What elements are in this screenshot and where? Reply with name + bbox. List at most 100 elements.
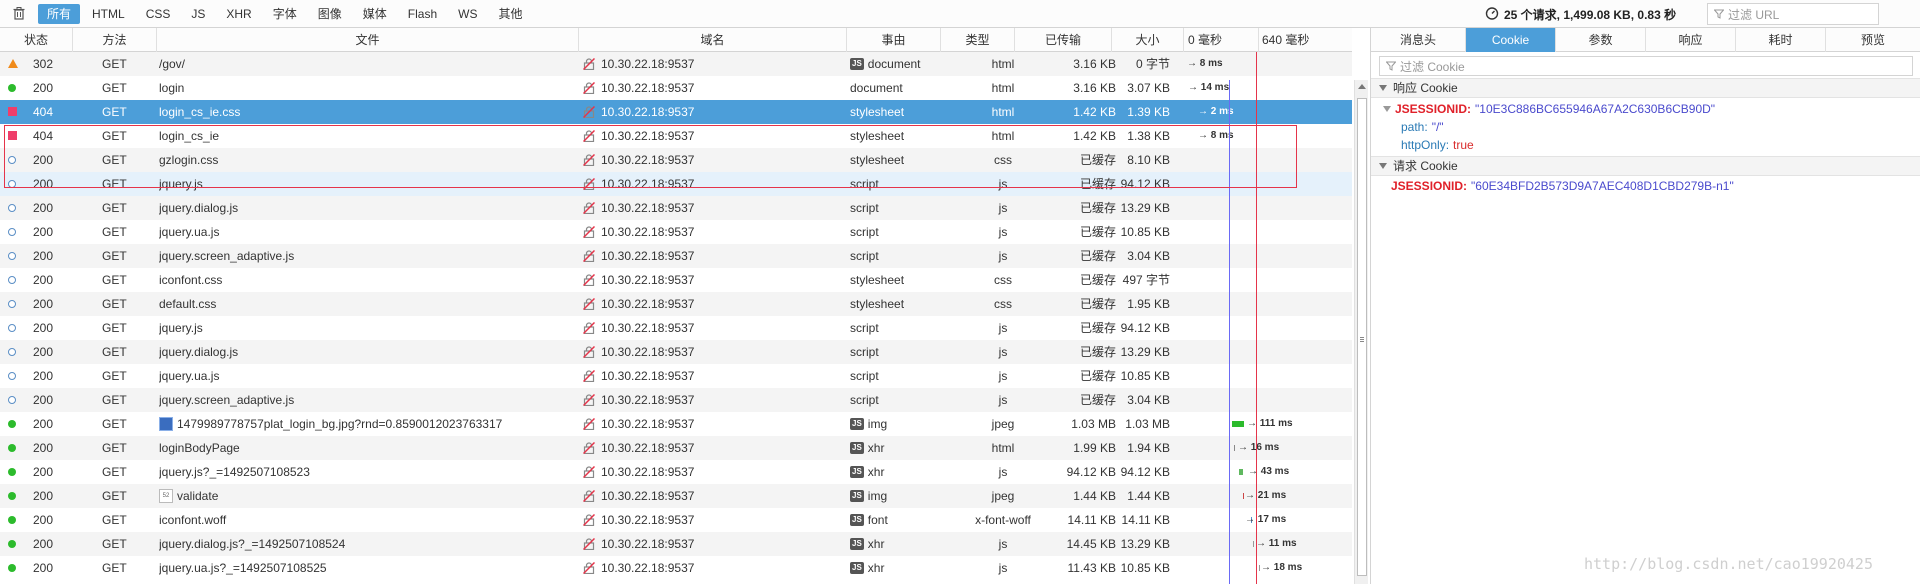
response-cookie-section[interactable]: 响应 Cookie (1371, 78, 1920, 98)
file-name-text: jquery.screen_adaptive.js (159, 393, 295, 407)
table-row[interactable]: 200 GET jquery.screen_adaptive.js 10.30.22.… (0, 244, 1352, 268)
transferred-size: 已缓存 (1079, 321, 1116, 335)
cause-text: img (867, 489, 888, 503)
filter-button[interactable]: Flash (399, 4, 446, 24)
column-method[interactable]: 方法 (73, 28, 157, 52)
method: GET (102, 441, 127, 455)
table-row[interactable]: 200 GET jquery.dialog.js 10.30.22.18:9537 sc… (0, 340, 1352, 364)
filter-button[interactable]: JS (182, 4, 214, 24)
table-row[interactable]: 200 GET jquery.ua.js 10.30.22.18:9537 script… (0, 220, 1352, 244)
timeline-cell: → 11 ms (1183, 532, 1352, 556)
column-cause[interactable]: 事由 (847, 28, 941, 52)
table-row[interactable]: 200 GET jquery.js 10.30.22.18:9537 script js 已… (0, 172, 1352, 196)
domain: 10.30.22.18:9537 (583, 196, 843, 220)
status-code: 200 (33, 177, 54, 191)
domain: 10.30.22.18:9537 (583, 172, 843, 196)
js-initiator-icon[interactable]: JS (850, 58, 864, 70)
timeline-cell (1183, 220, 1352, 244)
status-cached-icon (8, 292, 20, 316)
method: GET (102, 321, 127, 335)
scroll-up-arrow-icon[interactable] (1358, 84, 1366, 89)
status-cached-icon (8, 388, 20, 412)
js-initiator-icon[interactable]: JS (850, 562, 864, 574)
filter-button[interactable]: CSS (137, 4, 180, 24)
domain: 10.30.22.18:9537 (583, 532, 843, 556)
insecure-lock-icon (583, 490, 595, 502)
request-summary: 25 个请求, 1,499.08 KB, 0.83 秒 (1485, 5, 1676, 23)
timeline-cell: → 8 ms (1183, 52, 1352, 76)
js-initiator-icon[interactable]: JS (850, 490, 864, 502)
timing-label: → 17 ms (1245, 514, 1287, 525)
table-row[interactable]: 200 GET jquery.ua.js 10.30.22.18:9537 script… (0, 364, 1352, 388)
file-name: 52 validate (159, 484, 579, 508)
insecure-lock-icon (583, 106, 595, 118)
trash-icon[interactable] (8, 3, 30, 25)
cookie-filter-input[interactable]: 过滤 Cookie (1379, 56, 1913, 76)
scroll-thumb[interactable] (1357, 98, 1367, 576)
transferred-size: 1.99 KB (1073, 441, 1116, 455)
method: GET (102, 561, 127, 575)
column-status[interactable]: 状态 (0, 28, 73, 52)
transferred-size: 1.42 KB (1073, 129, 1116, 143)
request-list-scrollbar[interactable] (1354, 80, 1368, 584)
table-row[interactable]: 200 GET default.css 10.30.22.18:9537 stylesh… (0, 292, 1352, 316)
details-tab[interactable]: 预览 (1826, 28, 1920, 52)
status-code: 200 (33, 537, 54, 551)
expand-twisty-icon[interactable] (1383, 106, 1391, 112)
table-row[interactable]: 200 GET login 10.30.22.18:9537 document html 3… (0, 76, 1352, 100)
status-cached-icon (8, 340, 20, 364)
filter-button[interactable]: 图像 (309, 4, 351, 24)
details-tab[interactable]: 耗时 (1736, 28, 1826, 52)
table-row[interactable]: 200 GET jquery.ua.js?_=1492507108525 10.30.… (0, 556, 1352, 580)
table-row[interactable]: 200 GET gzlogin.css 10.30.22.18:9537 stylesh… (0, 148, 1352, 172)
table-row[interactable]: 200 GET jquery.js?_=1492507108523 10.30.22.… (0, 460, 1352, 484)
timing-label: → 16 ms (1238, 442, 1280, 453)
filter-button[interactable]: 所有 (38, 3, 81, 24)
details-tab[interactable]: 响应 (1646, 28, 1736, 52)
filter-button[interactable]: HTML (83, 4, 134, 24)
transferred-size: 已缓存 (1079, 177, 1116, 191)
table-row[interactable]: 200 GET jquery.screen_adaptive.js 10.30.22.… (0, 388, 1352, 412)
expand-twisty-icon[interactable] (1379, 85, 1387, 91)
table-row[interactable]: 200 GET iconfont.woff 10.30.22.18:9537 JS fon… (0, 508, 1352, 532)
filter-button[interactable]: 其他 (489, 4, 531, 24)
js-initiator-icon[interactable]: JS (850, 538, 864, 550)
response-size: 1.38 KB (1127, 129, 1170, 143)
table-row[interactable]: 200 GET iconfont.css 10.30.22.18:9537 styles… (0, 268, 1352, 292)
table-row[interactable]: 200 GET 52 validate 10.30.22.18:9537 JS img jpe… (0, 484, 1352, 508)
js-initiator-icon[interactable]: JS (850, 466, 864, 478)
request-cookie-section[interactable]: 请求 Cookie (1371, 156, 1920, 176)
table-row[interactable]: 200 GET loginBodyPage 10.30.22.18:9537 JS xhr… (0, 436, 1352, 460)
column-file[interactable]: 文件 (157, 28, 579, 52)
timeline-cell: → 14 ms (1183, 76, 1352, 100)
filter-button[interactable]: 字体 (264, 4, 306, 24)
timing-label: → 111 ms (1247, 418, 1293, 429)
js-initiator-icon[interactable]: JS (850, 442, 864, 454)
status-code: 200 (33, 249, 54, 263)
column-size[interactable]: 大小 (1112, 28, 1184, 52)
table-row[interactable]: 404 GET login_cs_ie.css 10.30.22.18:9537 sty… (0, 100, 1352, 124)
transferred-size: 14.45 KB (1066, 537, 1116, 551)
column-transferred[interactable]: 已传输 (1015, 28, 1112, 52)
table-row[interactable]: 200 GET jquery.dialog.js 10.30.22.18:9537 sc… (0, 196, 1352, 220)
domain: 10.30.22.18:9537 (583, 460, 843, 484)
filter-button[interactable]: WS (449, 4, 486, 24)
filter-button[interactable]: 媒体 (354, 4, 396, 24)
insecure-lock-icon (583, 178, 595, 190)
filter-url-input[interactable]: 过滤 URL (1707, 3, 1879, 25)
js-initiator-icon[interactable]: JS (850, 514, 864, 526)
details-tab[interactable]: Cookie (1466, 28, 1556, 52)
table-row[interactable]: 200 GET jquery.dialog.js?_=1492507108524 10… (0, 532, 1352, 556)
column-type[interactable]: 类型 (941, 28, 1015, 52)
table-row[interactable]: 200 GET 1479989778757plat_login_bg.jpg?rnd… (0, 412, 1352, 436)
response-size: 0 字节 (1135, 57, 1170, 71)
details-tab[interactable]: 参数 (1556, 28, 1646, 52)
table-row[interactable]: 200 GET jquery.js 10.30.22.18:9537 script js 已… (0, 316, 1352, 340)
details-tab[interactable]: 消息头 (1371, 28, 1466, 52)
expand-twisty-icon[interactable] (1379, 163, 1387, 169)
table-row[interactable]: 404 GET login_cs_ie 10.30.22.18:9537 stylesh… (0, 124, 1352, 148)
table-row[interactable]: 302 GET/gov/10.30.22.18:9537 JS document htm… (0, 52, 1352, 76)
js-initiator-icon[interactable]: JS (850, 418, 864, 430)
column-domain[interactable]: 域名 (579, 28, 847, 52)
filter-button[interactable]: XHR (217, 4, 260, 24)
